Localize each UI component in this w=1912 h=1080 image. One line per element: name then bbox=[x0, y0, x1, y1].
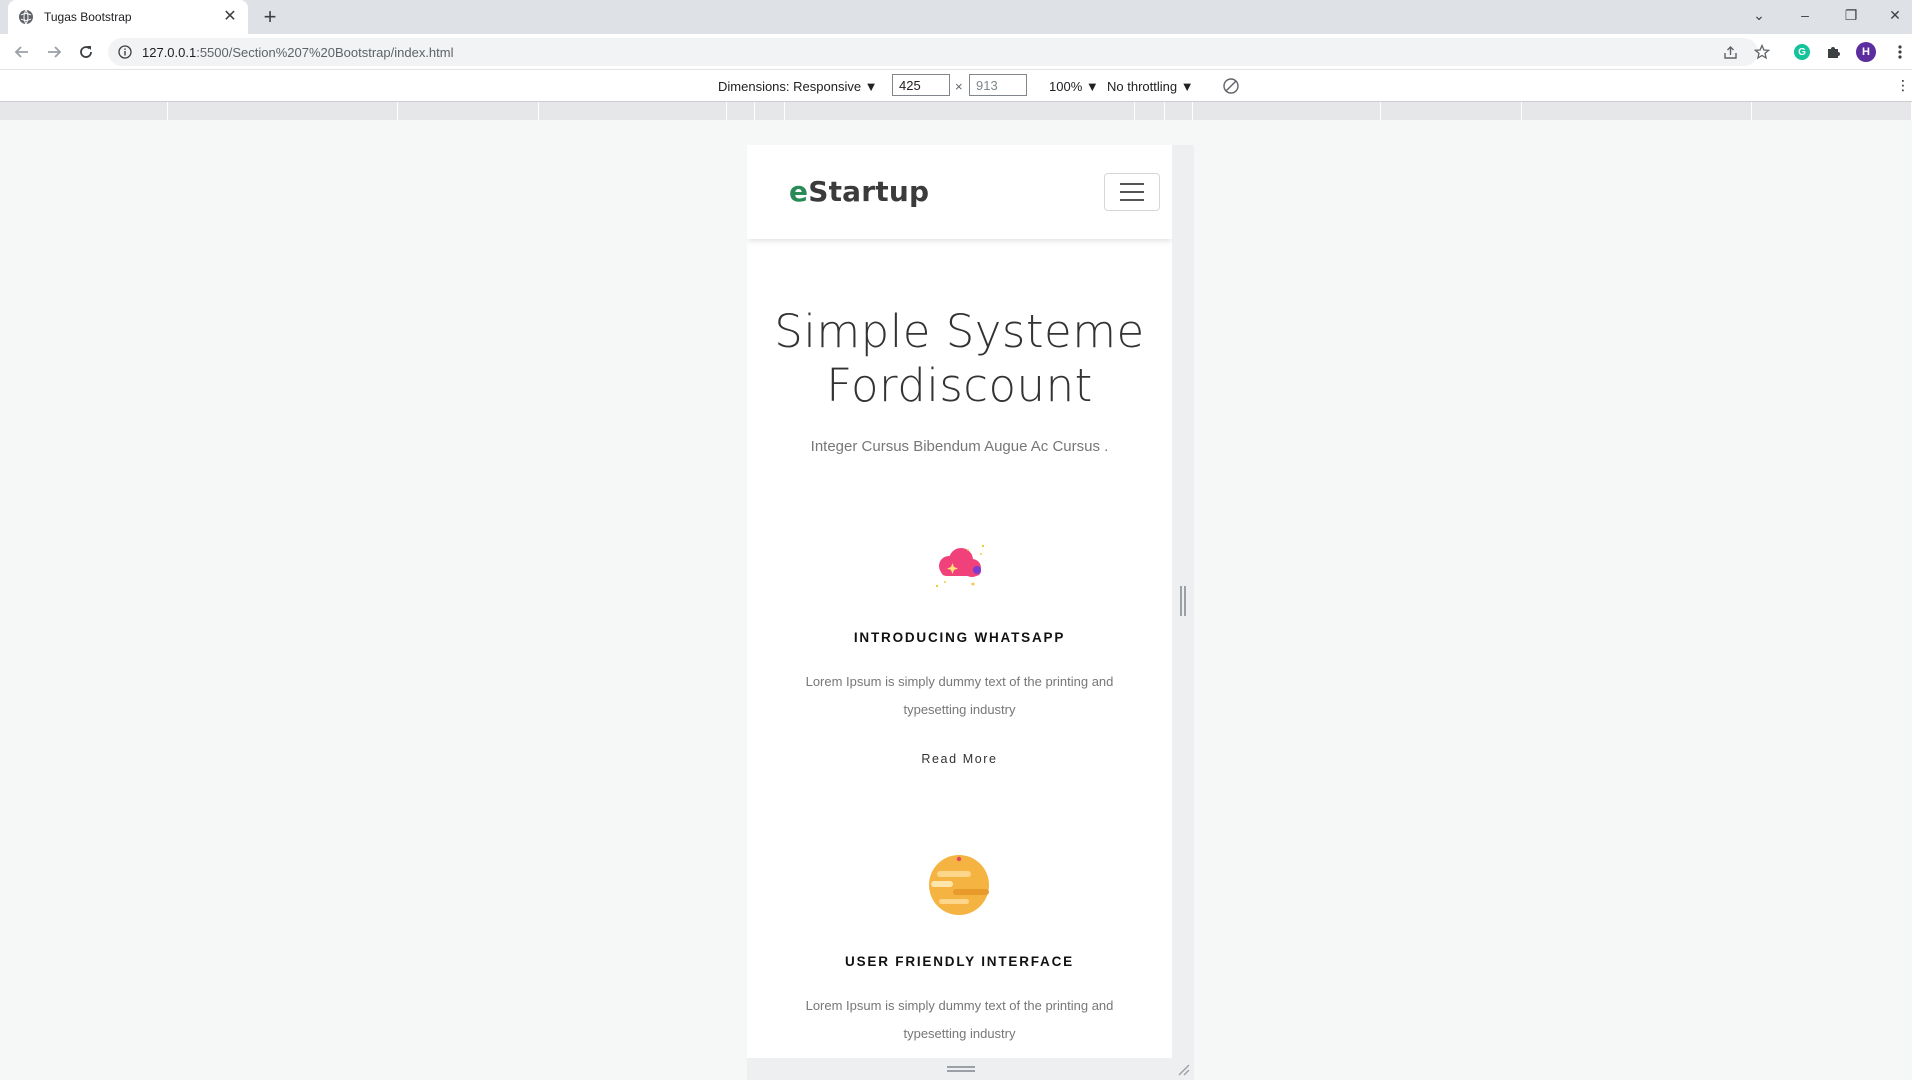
brand-name: Startup bbox=[808, 175, 930, 208]
media-query-segment[interactable] bbox=[785, 102, 1135, 120]
forward-arrow-icon[interactable] bbox=[44, 42, 64, 62]
back-arrow-icon[interactable] bbox=[12, 42, 32, 62]
restore-icon[interactable]: ❐ bbox=[1828, 0, 1874, 30]
media-query-segment[interactable] bbox=[1165, 102, 1193, 120]
info-icon[interactable] bbox=[118, 45, 132, 59]
hamburger-icon[interactable] bbox=[1104, 173, 1160, 211]
hero-subtitle: Integer Cursus Bibendum Augue Ac Cursus … bbox=[810, 438, 1109, 455]
width-resize-handle[interactable] bbox=[1180, 586, 1186, 616]
kebab-menu-icon[interactable]: ⋮ bbox=[1896, 77, 1910, 94]
media-query-segment[interactable] bbox=[1752, 102, 1912, 120]
browser-toolbar: 127.0.0.1:5500/Section%207%20Bootstrap/i… bbox=[0, 34, 1912, 70]
grammarly-icon[interactable]: G bbox=[1792, 42, 1812, 62]
zoom-dropdown[interactable]: 100% ▼ bbox=[1049, 79, 1099, 94]
avatar[interactable]: H bbox=[1856, 42, 1876, 62]
tab-search-icon[interactable]: ⌄ bbox=[1736, 0, 1782, 30]
dimension-separator: × bbox=[955, 79, 963, 94]
kebab-menu-icon[interactable] bbox=[1890, 42, 1910, 62]
plus-icon[interactable]: + bbox=[260, 6, 280, 28]
media-query-segment[interactable] bbox=[539, 102, 727, 120]
browser-tab[interactable]: Tugas Bootstrap ✕ bbox=[8, 0, 248, 34]
media-query-segment[interactable] bbox=[1193, 102, 1381, 120]
minimize-icon[interactable]: – bbox=[1782, 0, 1828, 30]
star-icon[interactable] bbox=[1752, 42, 1772, 62]
height-input[interactable] bbox=[969, 74, 1027, 96]
site-navbar: eStartup bbox=[747, 145, 1172, 239]
width-input[interactable] bbox=[892, 74, 950, 96]
site-brand[interactable]: eStartup bbox=[789, 175, 929, 208]
height-resize-handle[interactable] bbox=[947, 1066, 975, 1072]
hero-title: Simple Systeme Fordiscount bbox=[774, 305, 1145, 412]
media-query-segment[interactable] bbox=[398, 102, 539, 120]
brand-accent-letter: e bbox=[789, 175, 809, 208]
media-query-segment[interactable] bbox=[727, 102, 755, 120]
address-bar[interactable]: 127.0.0.1:5500/Section%207%20Bootstrap/i… bbox=[108, 38, 1758, 66]
corner-resize-icon[interactable] bbox=[1176, 1062, 1190, 1076]
url-path: :5500/Section%207%20Bootstrap/index.html bbox=[196, 44, 454, 60]
window-close-icon[interactable]: ✕ bbox=[1872, 0, 1912, 30]
tab-strip: Tugas Bootstrap ✕ + ⌄ – ❐ ✕ bbox=[0, 0, 1912, 34]
dimensions-dropdown[interactable]: Dimensions: Responsive ▼ bbox=[718, 79, 878, 94]
reload-icon[interactable] bbox=[76, 42, 96, 62]
puzzle-icon[interactable] bbox=[1823, 42, 1843, 62]
share-icon[interactable] bbox=[1720, 42, 1740, 62]
grammarly-badge: G bbox=[1794, 44, 1810, 60]
media-query-segment[interactable] bbox=[1135, 102, 1165, 120]
tab-title: Tugas Bootstrap bbox=[44, 10, 132, 24]
cloud-icon bbox=[935, 544, 985, 588]
media-query-segment[interactable] bbox=[168, 102, 398, 120]
planet-icon bbox=[929, 855, 989, 915]
globe-icon bbox=[19, 9, 33, 25]
read-more-link[interactable]: Read More bbox=[747, 752, 1172, 766]
feature-text: Lorem Ipsum is simply dummy text of the … bbox=[805, 998, 1114, 1041]
media-query-segment[interactable] bbox=[1522, 102, 1752, 120]
url-host: 127.0.0.1 bbox=[142, 44, 197, 60]
close-icon[interactable]: ✕ bbox=[222, 9, 238, 25]
device-toolbar: Dimensions: Responsive ▼ × 100% ▼ No thr… bbox=[0, 70, 1912, 102]
media-query-bar bbox=[0, 102, 1912, 120]
media-query-segment[interactable] bbox=[0, 102, 168, 120]
media-query-segment[interactable] bbox=[1381, 102, 1522, 120]
device-viewport: eStartup Simple Systeme Fordiscount Inte… bbox=[747, 145, 1172, 1058]
feature-text: Lorem Ipsum is simply dummy text of the … bbox=[805, 674, 1114, 717]
url-text: 127.0.0.1:5500/Section%207%20Bootstrap/i… bbox=[142, 45, 454, 60]
rotate-icon[interactable] bbox=[1222, 77, 1240, 95]
throttle-dropdown[interactable]: No throttling ▼ bbox=[1107, 79, 1194, 94]
feature-title: USER FRIENDLY INTERFACE bbox=[845, 954, 1074, 969]
feature-title: INTRODUCING WHATSAPP bbox=[853, 630, 1066, 645]
media-query-segment[interactable] bbox=[755, 102, 785, 120]
